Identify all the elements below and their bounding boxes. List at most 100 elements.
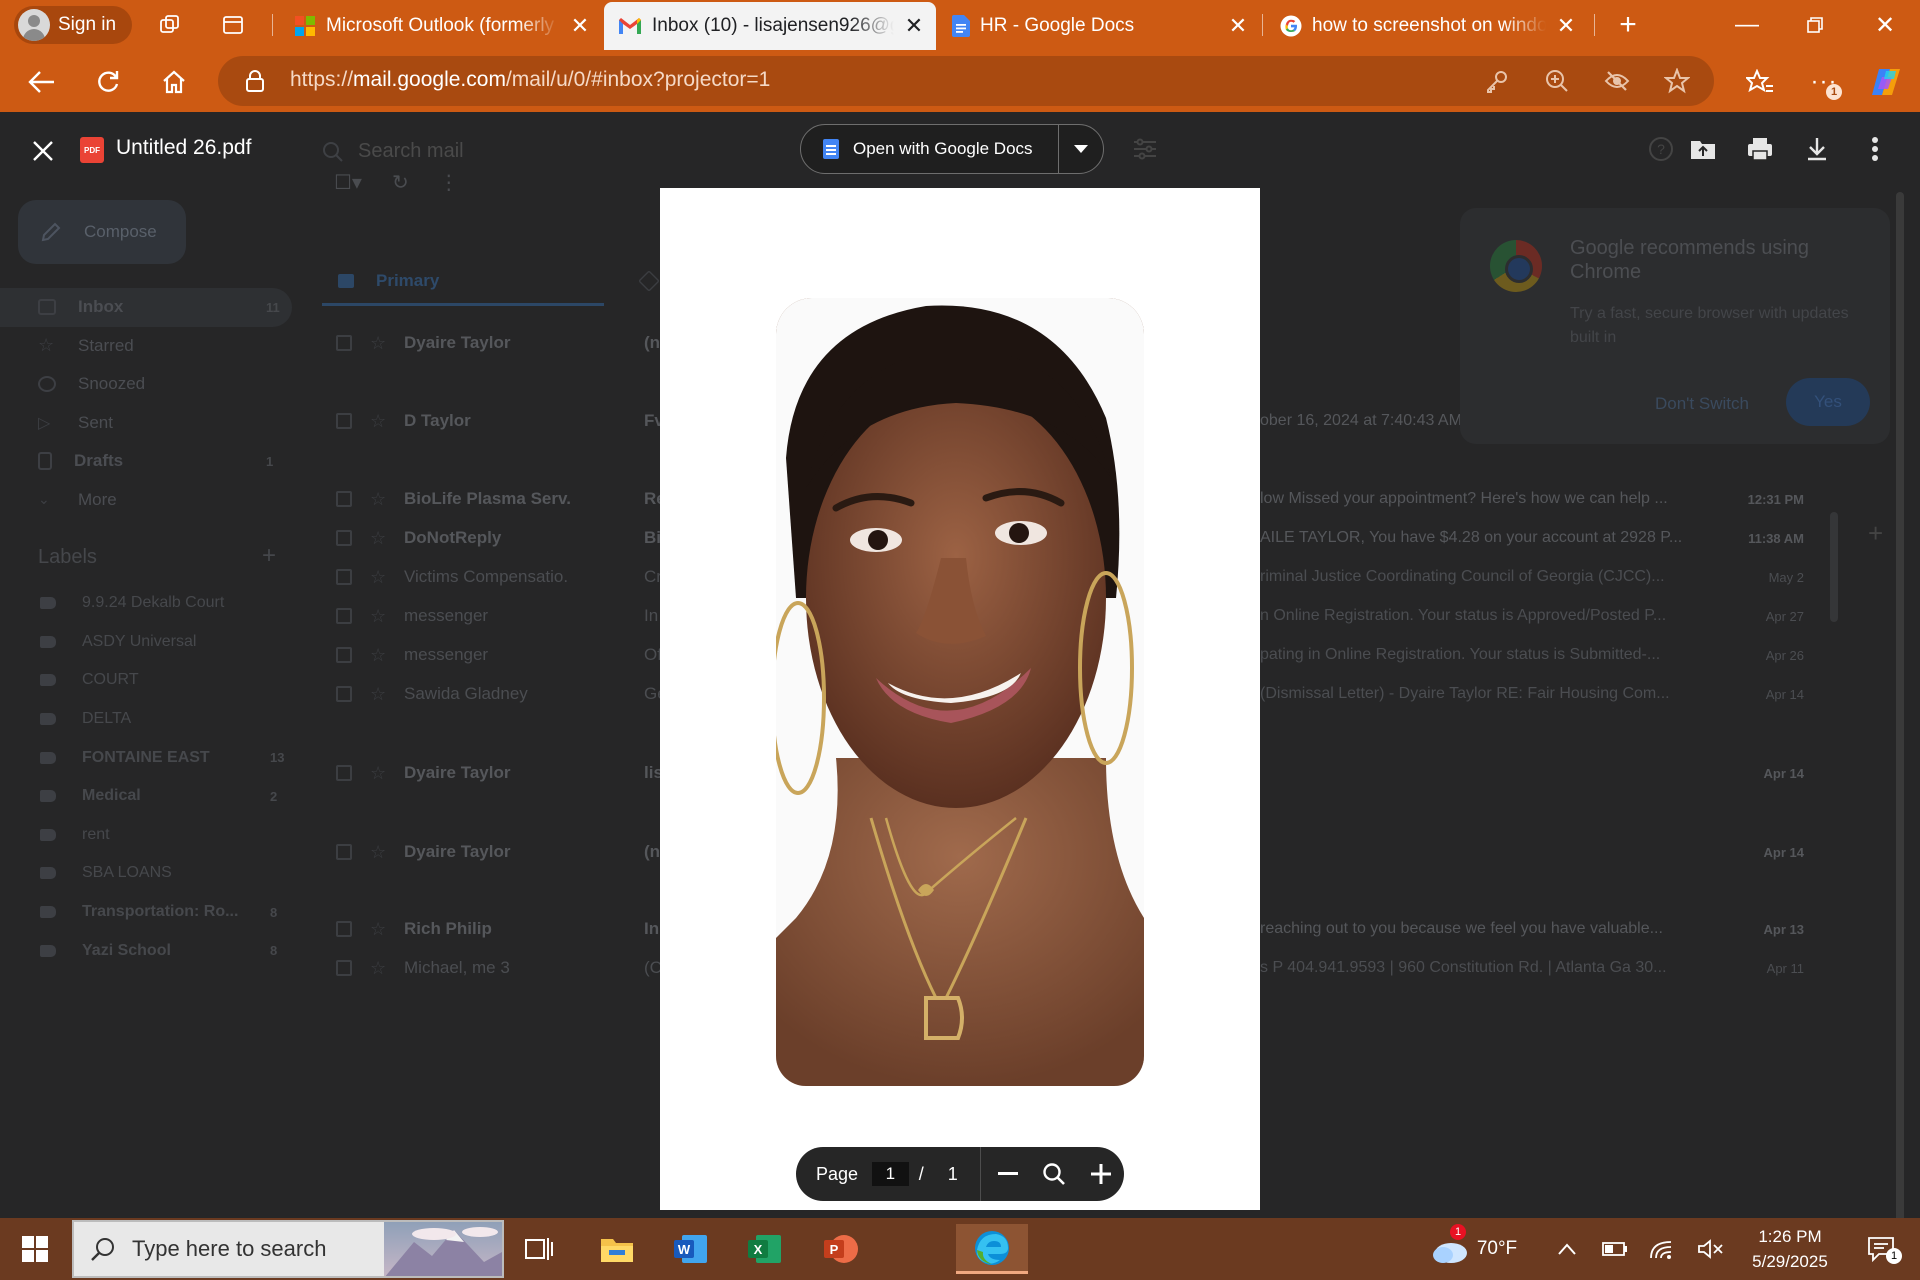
back-icon[interactable] — [22, 62, 62, 102]
password-key-icon[interactable] — [1482, 66, 1512, 96]
open-with-google-docs-button[interactable]: Open with Google Docs — [800, 124, 1104, 174]
minimize-icon[interactable]: — — [1712, 0, 1782, 50]
row-checkbox[interactable] — [336, 491, 352, 507]
gmail-search[interactable]: Search mail — [322, 140, 464, 163]
tab-google-search[interactable]: how to screenshot on window ✕ — [1266, 2, 1588, 50]
label-item[interactable]: DELTA — [0, 700, 300, 739]
row-checkbox[interactable] — [336, 686, 352, 702]
label-item[interactable]: Yazi School 8 — [0, 931, 300, 970]
row-checkbox[interactable] — [336, 765, 352, 781]
battery-icon[interactable] — [1600, 1218, 1630, 1280]
zoom-out-icon[interactable] — [985, 1154, 1031, 1194]
task-view-icon[interactable] — [508, 1224, 570, 1274]
tab-outlook[interactable]: Microsoft Outlook (formerly H ✕ — [280, 2, 602, 50]
zoom-icon[interactable] — [1542, 66, 1572, 96]
settings-more-icon[interactable]: ··· 1 — [1804, 62, 1844, 102]
dont-switch-button[interactable]: Don't Switch — [1655, 394, 1749, 414]
nav-snoozed[interactable]: Snoozed — [0, 365, 300, 404]
taskbar-search-box[interactable]: Type here to search — [72, 1220, 504, 1278]
lock-icon[interactable] — [240, 66, 270, 96]
star-icon[interactable]: ☆ — [370, 606, 386, 627]
yes-button[interactable]: Yes — [1786, 378, 1870, 426]
label-item[interactable]: COURT — [0, 661, 300, 700]
label-item[interactable]: rent — [0, 816, 300, 855]
label-item[interactable]: ASDY Universal — [0, 623, 300, 662]
close-tab-icon[interactable]: ✕ — [904, 13, 924, 39]
row-checkbox[interactable] — [336, 647, 352, 663]
system-clock[interactable]: 1:26 PM 5/29/2025 — [1740, 1224, 1840, 1274]
new-tab-icon[interactable]: + — [1613, 8, 1643, 41]
nav-sent[interactable]: ▷ Sent — [0, 404, 300, 443]
restore-icon[interactable] — [1780, 0, 1850, 50]
row-checkbox[interactable] — [336, 413, 352, 429]
notification-center-icon[interactable]: 1 — [1856, 1218, 1906, 1280]
microsoft-edge-icon[interactable] — [956, 1224, 1028, 1274]
print-icon[interactable] — [1743, 132, 1777, 166]
star-icon[interactable]: ☆ — [370, 684, 386, 705]
close-window-icon[interactable]: ✕ — [1850, 0, 1920, 50]
star-icon[interactable]: ☆ — [370, 489, 386, 510]
tab-google-docs[interactable]: HR - Google Docs ✕ — [938, 2, 1260, 50]
star-icon[interactable]: ☆ — [370, 411, 386, 432]
weather-temperature[interactable]: 70°F — [1472, 1218, 1522, 1280]
address-bar[interactable]: https://mail.google.com/mail/u/0/#inbox?… — [218, 56, 1714, 106]
star-icon[interactable]: ☆ — [370, 567, 386, 588]
home-icon[interactable] — [154, 62, 194, 102]
fit-zoom-icon[interactable] — [1031, 1154, 1077, 1194]
open-with-main[interactable]: Open with Google Docs — [801, 125, 1059, 173]
workspaces-icon[interactable] — [155, 10, 185, 40]
copilot-icon[interactable] — [1866, 62, 1906, 102]
volume-muted-icon[interactable] — [1696, 1218, 1726, 1280]
refresh-icon[interactable] — [88, 62, 128, 102]
microsoft-powerpoint-icon[interactable]: P — [810, 1224, 872, 1274]
promotions-tag-icon[interactable] — [638, 270, 660, 292]
tab-actions-icon[interactable] — [218, 10, 248, 40]
row-checkbox[interactable] — [336, 608, 352, 624]
label-item[interactable]: Medical 2 — [0, 777, 300, 816]
compose-button[interactable]: Compose — [18, 200, 186, 264]
add-to-drive-icon[interactable] — [1686, 132, 1720, 166]
star-icon[interactable]: ☆ — [370, 919, 386, 940]
tab-gmail-inbox[interactable]: Inbox (10) - lisajensen926@gr ✕ — [604, 2, 936, 50]
close-tab-icon[interactable]: ✕ — [1228, 13, 1248, 39]
row-checkbox[interactable] — [336, 335, 352, 351]
row-checkbox[interactable] — [336, 844, 352, 860]
tab-primary[interactable]: Primary — [322, 258, 604, 306]
microsoft-excel-icon[interactable]: X — [734, 1224, 796, 1274]
row-checkbox[interactable] — [336, 569, 352, 585]
select-all-checkbox[interactable]: ☐▾ — [334, 170, 362, 195]
microsoft-word-icon[interactable]: W — [660, 1224, 722, 1274]
nav-starred[interactable]: ☆ Starred — [0, 327, 300, 366]
refresh-mail-icon[interactable]: ↻ — [392, 170, 409, 195]
row-checkbox[interactable] — [336, 530, 352, 546]
current-page-input[interactable]: 1 — [872, 1162, 909, 1186]
label-item[interactable]: Transportation: Ro... 8 — [0, 893, 300, 932]
close-viewer-icon[interactable] — [28, 136, 58, 166]
star-icon[interactable]: ☆ — [370, 333, 386, 354]
star-icon[interactable]: ☆ — [370, 842, 386, 863]
page-scrollbar[interactable] — [1896, 192, 1904, 1218]
tracking-prevention-icon[interactable] — [1602, 66, 1632, 96]
file-explorer-icon[interactable] — [586, 1224, 648, 1274]
profile-sign-in-button[interactable]: Sign in — [14, 6, 132, 44]
open-with-dropdown[interactable] — [1059, 145, 1103, 153]
row-checkbox[interactable] — [336, 960, 352, 976]
star-icon[interactable]: ☆ — [370, 763, 386, 784]
weather-icon[interactable]: 1 — [1420, 1218, 1478, 1280]
favorite-star-icon[interactable] — [1662, 66, 1692, 96]
star-icon[interactable]: ☆ — [370, 645, 386, 666]
nav-more[interactable]: ⌄ More — [0, 481, 300, 520]
close-tab-icon[interactable]: ✕ — [1556, 13, 1576, 39]
zoom-in-icon[interactable] — [1078, 1154, 1124, 1194]
nav-inbox[interactable]: Inbox 11 — [0, 288, 292, 327]
star-icon[interactable]: ☆ — [370, 528, 386, 549]
download-icon[interactable] — [1800, 132, 1834, 166]
close-tab-icon[interactable]: ✕ — [570, 13, 590, 39]
label-item[interactable]: 9.9.24 Dekalb Court — [0, 584, 300, 623]
row-checkbox[interactable] — [336, 921, 352, 937]
more-options-icon[interactable]: ⋮ — [439, 170, 459, 195]
label-item[interactable]: SBA LOANS — [0, 854, 300, 893]
wifi-icon[interactable] — [1648, 1218, 1678, 1280]
gmail-scrollbar[interactable] — [1830, 512, 1838, 622]
windows-start-icon[interactable] — [0, 1218, 70, 1280]
